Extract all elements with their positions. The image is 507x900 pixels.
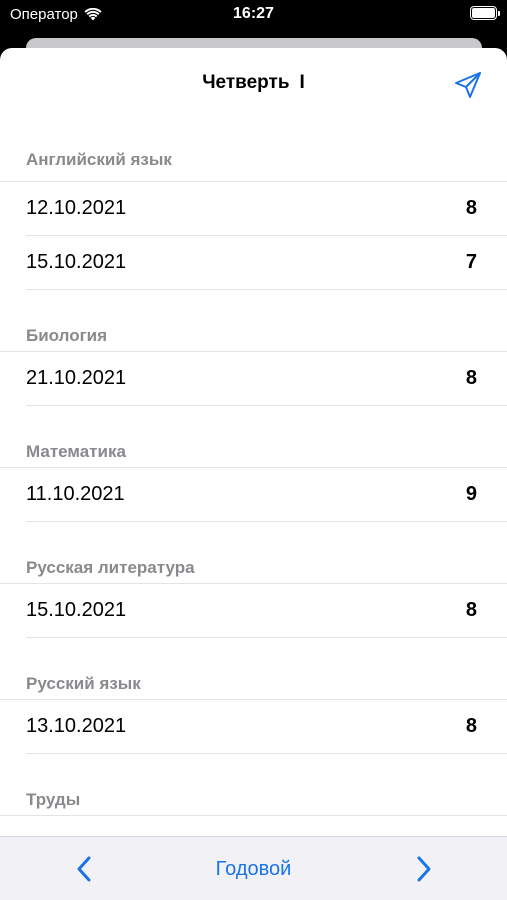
grade-value: 9 — [465, 483, 477, 505]
grade-date: 15.10.2021 — [26, 599, 127, 621]
subject-section: Математика 11.10.2021 9 — [0, 406, 507, 522]
subject-section: Труды — [0, 754, 507, 816]
grade-row[interactable]: 12.10.2021 8 — [26, 182, 507, 236]
previous-button[interactable] — [68, 851, 100, 887]
title-label: Четверть — [202, 72, 290, 93]
chevron-left-icon — [77, 856, 91, 882]
quarter-number: I — [299, 72, 305, 93]
subject-section: Русская литература 15.10.2021 8 — [0, 522, 507, 638]
section-header: Труды — [0, 754, 507, 816]
section-header: Русская литература — [0, 522, 507, 584]
chevron-right-icon — [417, 856, 431, 882]
grade-row[interactable]: 11.10.2021 9 — [26, 468, 507, 522]
grade-date: 15.10.2021 — [26, 251, 127, 273]
send-button[interactable] — [451, 68, 485, 102]
grade-row[interactable]: 13.10.2021 8 — [26, 700, 507, 754]
grade-row[interactable]: 21.10.2021 8 — [26, 352, 507, 406]
grade-date: 13.10.2021 — [26, 715, 127, 737]
year-button[interactable]: Годовой — [184, 851, 324, 887]
next-button[interactable] — [408, 851, 440, 887]
paper-plane-icon — [455, 72, 481, 98]
status-time: 16:27 — [233, 5, 274, 22]
subject-section: Биология 21.10.2021 8 — [0, 290, 507, 406]
modal-sheet: Четверть I Английский язык 12.10.2021 8 1… — [0, 48, 507, 900]
grade-row[interactable]: 15.10.2021 8 — [26, 584, 507, 638]
grade-row[interactable]: 15.10.2021 7 — [26, 236, 507, 290]
grade-date: 12.10.2021 — [26, 197, 127, 219]
grade-date: 11.10.2021 — [26, 483, 125, 505]
grade-value: 8 — [465, 599, 477, 621]
grade-value: 8 — [465, 367, 477, 389]
subject-section: Русский язык 13.10.2021 8 — [0, 638, 507, 754]
subject-section: Английский язык 12.10.2021 8 15.10.2021 … — [0, 120, 507, 290]
section-header: Биология — [0, 290, 507, 352]
section-header: Русский язык — [0, 638, 507, 700]
grade-date: 21.10.2021 — [26, 367, 127, 389]
grade-value: 7 — [465, 251, 477, 273]
grade-value: 8 — [465, 715, 477, 737]
grades-list[interactable]: Английский язык 12.10.2021 8 15.10.2021 … — [0, 120, 507, 836]
nav-header: Четверть I — [0, 48, 507, 120]
section-header: Английский язык — [0, 120, 507, 182]
grade-value: 8 — [465, 197, 477, 219]
page-title: Четверть I — [0, 72, 507, 94]
section-header: Математика — [0, 406, 507, 468]
battery-icon — [470, 6, 500, 20]
status-bar: Оператор 16:27 — [0, 0, 507, 30]
bottom-toolbar: Годовой — [0, 836, 507, 900]
